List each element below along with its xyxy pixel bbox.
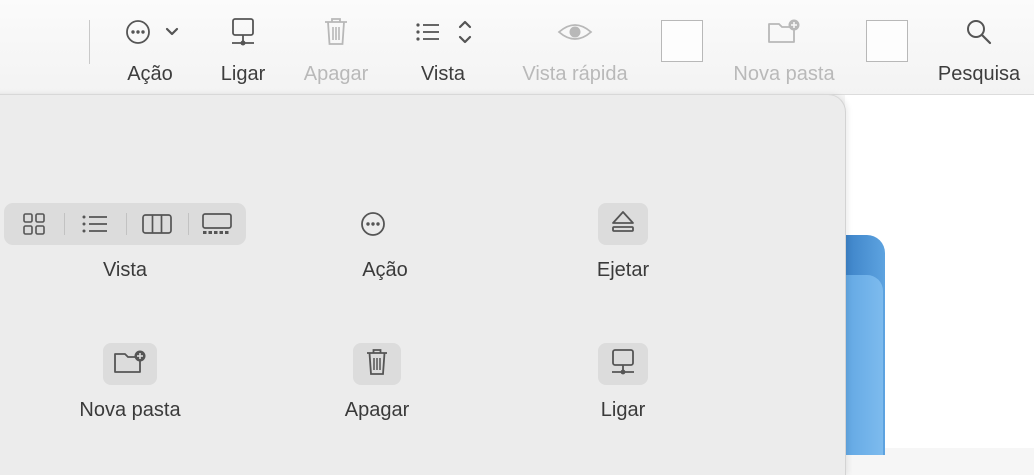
finder-content-area [845, 95, 1034, 455]
new-folder-button[interactable] [103, 343, 157, 385]
panel-new-folder-label: Nova pasta [79, 399, 181, 421]
toolbar-space [866, 20, 908, 62]
panel-delete-label: Apagar [344, 399, 410, 421]
new-folder-icon [112, 348, 148, 381]
eye-icon [556, 14, 594, 50]
toolbar-new-folder-button[interactable]: Nova pasta [726, 0, 842, 94]
toolbar-new-folder-label: Nova pasta [733, 63, 835, 85]
toolbar-view-button[interactable]: Vista [412, 0, 474, 94]
toolbar-search-button[interactable]: Pesquisa [932, 0, 1026, 94]
trash-icon [364, 347, 390, 382]
connect-button[interactable] [598, 343, 648, 385]
toolbar-connect-label: Ligar [220, 63, 266, 85]
panel-action-label: Ação [362, 259, 408, 281]
toolbar-flexible-space [661, 20, 703, 62]
network-server-icon [609, 347, 637, 382]
list-icon[interactable] [64, 203, 126, 245]
toolbar-view-label: Vista [420, 63, 466, 85]
network-server-icon [228, 14, 258, 50]
toolbar-delete-label: Apagar [303, 63, 369, 85]
ellipsis-circle-chevron-icon [120, 14, 180, 50]
folder-front-icon [845, 275, 883, 455]
finder-toolbar: Ação Ligar Apagar Vista Vista rápida Nov… [0, 0, 1034, 95]
trash-icon [321, 14, 351, 50]
eject-icon [609, 209, 637, 240]
list-view-chevrons-icon [411, 14, 475, 50]
toolbar-quicklook-button[interactable]: Vista rápida [512, 0, 638, 94]
toolbar-connect-button[interactable]: Ligar [214, 0, 272, 94]
panel-view-label: Vista [102, 259, 148, 281]
magnifier-icon [964, 14, 994, 50]
delete-button[interactable] [353, 343, 401, 385]
eject-button[interactable] [598, 203, 648, 245]
view-mode-segmented-control[interactable] [4, 203, 246, 245]
toolbar-action-label: Ação [127, 63, 173, 85]
columns-icon[interactable] [126, 203, 188, 245]
panel-connect-label: Ligar [600, 399, 646, 421]
toolbar-action-button[interactable]: Ação [118, 0, 182, 94]
toolbar-delete-button[interactable]: Apagar [298, 0, 374, 94]
gallery-icon[interactable] [188, 203, 246, 245]
icon-grid-icon[interactable] [4, 203, 64, 245]
toolbar-separator [89, 20, 90, 64]
new-folder-icon [766, 14, 802, 50]
panel-eject-label: Ejetar [596, 259, 650, 281]
ellipsis-circle-icon[interactable] [355, 207, 391, 241]
toolbar-quicklook-label: Vista rápida [522, 63, 628, 85]
toolbar-search-label: Pesquisa [937, 63, 1021, 85]
